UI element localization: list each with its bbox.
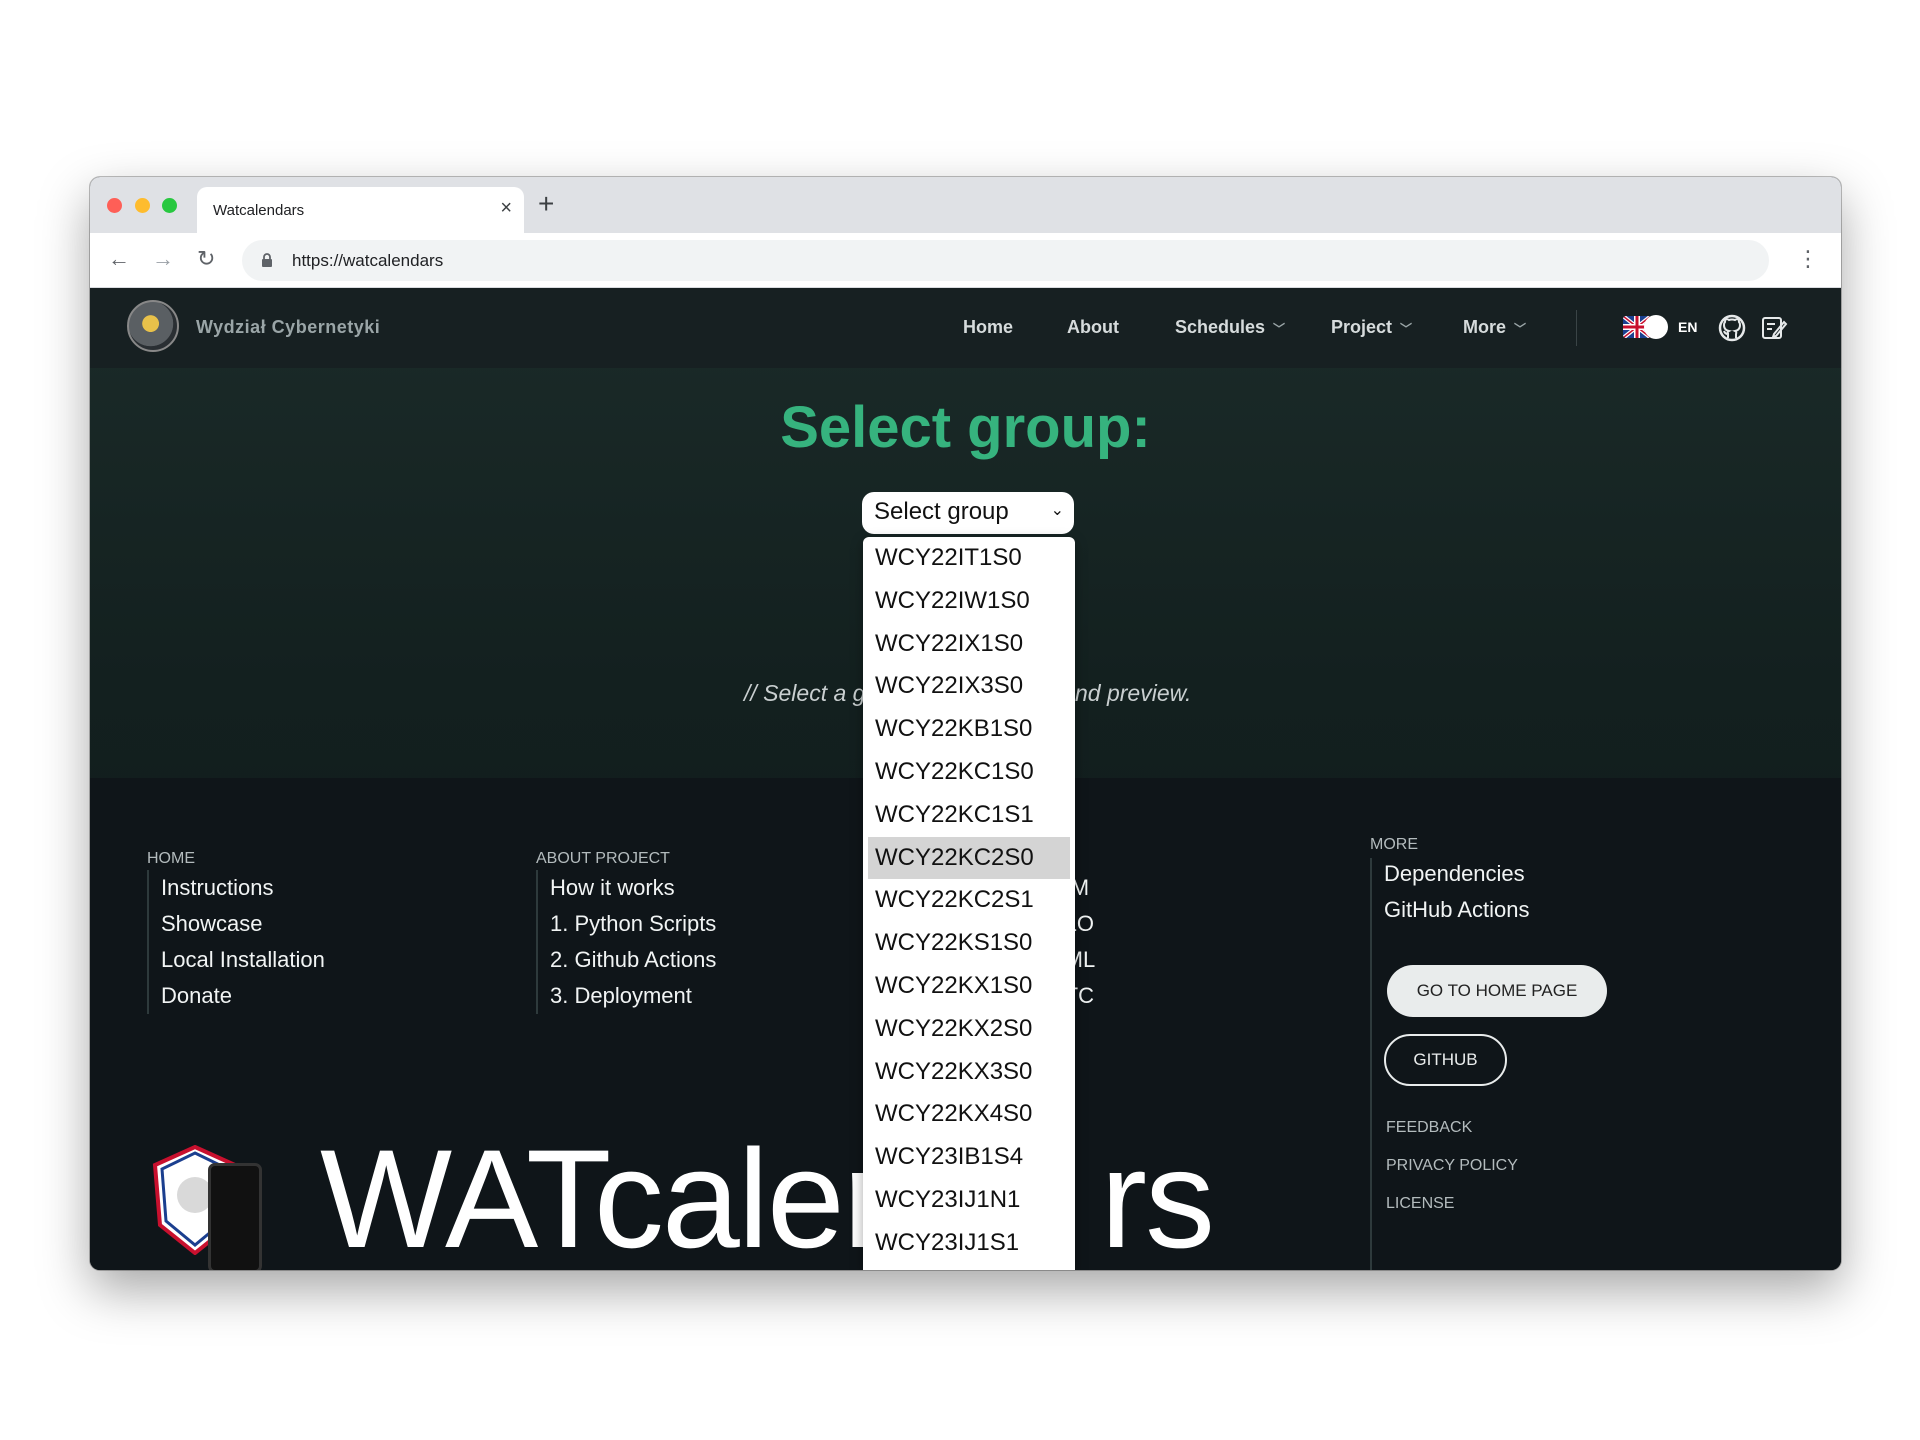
feedback-link[interactable]: FEEDBACK — [1386, 1119, 1472, 1137]
chevron-down-icon: ﹀ — [1514, 322, 1527, 336]
back-arrow-icon[interactable]: ← — [108, 245, 130, 273]
privacy-policy-link[interactable]: PRIVACY POLICY — [1386, 1157, 1518, 1175]
phone-mockup-icon — [208, 1163, 262, 1270]
footer-link-instructions[interactable]: Instructions — [161, 870, 325, 906]
hint-text-left: // Select a g — [744, 680, 866, 706]
group-option[interactable]: WCY22IX3S0 — [863, 665, 1075, 708]
footer-link-donate[interactable]: Donate — [161, 978, 325, 1014]
new-tab-button[interactable]: + — [538, 189, 554, 219]
faculty-logo-icon[interactable] — [127, 300, 179, 352]
github-button[interactable]: GITHUB — [1384, 1034, 1507, 1086]
group-option[interactable]: WCY23IB1S4 — [863, 1136, 1075, 1179]
brand-name[interactable]: Wydział Cybernetyki — [196, 317, 380, 338]
footer-home-heading: HOME — [147, 850, 195, 867]
nav-project[interactable]: Project ﹀ — [1331, 317, 1412, 338]
nav-home[interactable]: Home — [963, 317, 1013, 338]
reload-icon[interactable]: ↻ — [197, 245, 215, 273]
url-text: https://watcalendars — [292, 251, 444, 270]
group-option[interactable]: WCY22KC2S1 — [863, 879, 1075, 922]
group-option[interactable]: WCY23IJ1N1 — [863, 1179, 1075, 1222]
maximize-window-button[interactable] — [162, 198, 177, 213]
group-option[interactable]: WCY22KX3S0 — [863, 1051, 1075, 1094]
close-window-button[interactable] — [107, 198, 122, 213]
footer-link-dependencies[interactable]: Dependencies — [1384, 856, 1530, 892]
browser-toolbar: ← → ↻ https://watcalendars ⋮ — [90, 233, 1841, 288]
footer-about-links: How it works 1. Python Scripts 2. Github… — [536, 870, 716, 1014]
nav-about[interactable]: About — [1067, 317, 1119, 338]
lock-icon — [262, 253, 272, 267]
browser-tab[interactable]: Watcalendars × — [197, 187, 524, 233]
footer-link-python-scripts[interactable]: 1. Python Scripts — [550, 906, 716, 942]
go-to-home-page-button[interactable]: GO TO HOME PAGE — [1387, 965, 1607, 1017]
page-viewport: Wydział Cybernetyki Home About Schedules… — [90, 288, 1841, 1270]
footer-link-github-actions-more[interactable]: GitHub Actions — [1384, 892, 1530, 928]
footer-link-local-installation[interactable]: Local Installation — [161, 942, 325, 978]
footer-link-showcase[interactable]: Showcase — [161, 906, 325, 942]
group-select-value: Select group — [874, 498, 1009, 525]
group-option[interactable]: WCY22KC1S0 — [863, 751, 1075, 794]
group-option[interactable]: WCY22KC1S1 — [863, 794, 1075, 837]
footer-home-links: Instructions Showcase Local Installation… — [147, 870, 325, 1014]
language-label: EN — [1678, 319, 1698, 335]
group-select[interactable]: Select group ⌄ — [862, 492, 1074, 534]
footer-link-github-actions[interactable]: 2. Github Actions — [550, 942, 716, 978]
group-option[interactable]: WCY22KX4S0 — [863, 1093, 1075, 1136]
group-option[interactable]: WCY22IT1S0 — [863, 537, 1075, 580]
chevron-down-icon: ﹀ — [1273, 322, 1286, 336]
group-option[interactable]: WCY23IJ1S1 — [863, 1222, 1075, 1265]
nav-divider — [1576, 310, 1577, 346]
group-option[interactable]: WCY22KX1S0 — [863, 965, 1075, 1008]
browser-menu-icon[interactable]: ⋮ — [1797, 245, 1819, 273]
tab-strip: Watcalendars × + — [90, 177, 1841, 233]
hint-text-right: nd preview. — [1075, 680, 1192, 706]
forward-arrow-icon[interactable]: → — [152, 245, 174, 273]
group-option[interactable]: WCY22KS1S0 — [863, 922, 1075, 965]
close-tab-icon[interactable]: × — [500, 198, 512, 218]
group-option-highlighted[interactable]: WCY22KC2S0 — [868, 836, 1070, 880]
language-toggle[interactable] — [1644, 315, 1668, 339]
github-icon[interactable] — [1718, 314, 1746, 342]
browser-window: Watcalendars × + ← → ↻ https://watcalend… — [90, 177, 1841, 1270]
chevron-down-icon: ﹀ — [1400, 322, 1413, 336]
site-navbar: Wydział Cybernetyki Home About Schedules… — [90, 288, 1841, 368]
nav-more[interactable]: More ﹀ — [1463, 317, 1526, 338]
group-dropdown-list[interactable]: WCY22IT1S0 WCY22IW1S0 WCY22IX1S0 WCY22IX… — [863, 537, 1075, 1270]
group-option[interactable]: WCY22KX2S0 — [863, 1008, 1075, 1051]
footer-link-deployment[interactable]: 3. Deployment — [550, 978, 716, 1014]
tab-title: Watcalendars — [213, 202, 305, 219]
page-title: Select group: — [780, 395, 1151, 460]
footer-about-heading: ABOUT PROJECT — [536, 850, 670, 867]
big-brand-wordmark: WATcaler rs — [320, 1120, 1215, 1270]
footer-link-how-it-works[interactable]: How it works — [550, 870, 716, 906]
chevron-down-icon: ⌄ — [1050, 502, 1064, 519]
address-bar[interactable]: https://watcalendars — [242, 240, 1769, 281]
group-option[interactable]: WCY22IX1S0 — [863, 623, 1075, 666]
nav-schedules[interactable]: Schedules ﹀ — [1175, 317, 1285, 338]
license-link[interactable]: LICENSE — [1386, 1195, 1454, 1213]
footer-more-heading: MORE — [1370, 836, 1418, 853]
group-option[interactable]: WCY22IW1S0 — [863, 580, 1075, 623]
footer-more-links: Dependencies GitHub Actions — [1372, 856, 1530, 928]
edit-notes-icon[interactable] — [1760, 314, 1788, 342]
minimize-window-button[interactable] — [135, 198, 150, 213]
group-option[interactable]: WCY22KB1S0 — [863, 708, 1075, 751]
